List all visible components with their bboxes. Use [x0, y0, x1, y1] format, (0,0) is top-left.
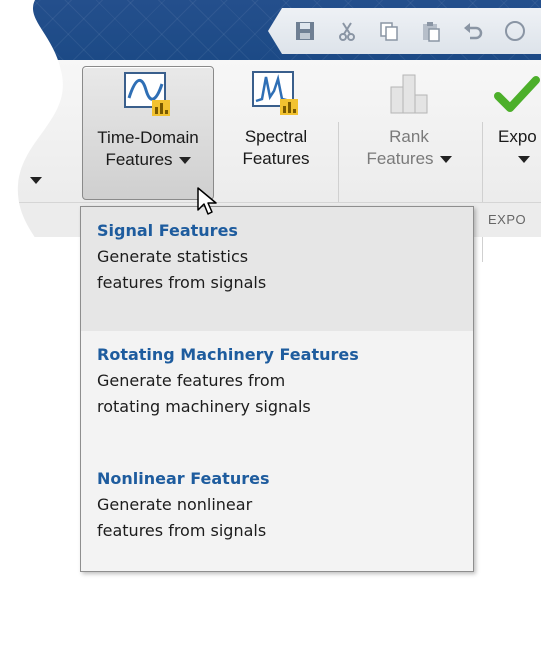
features-dropdown-menu: Signal Features Generate statistics feat…: [80, 206, 474, 572]
app-window: Time-Domain Features Spectral Features R…: [0, 0, 541, 658]
menu-item-description: Generate nonlinear: [97, 495, 253, 514]
quick-access-toolbar: [268, 8, 541, 54]
menu-item-rotating-machinery-features[interactable]: Rotating Machinery Features Generate fea…: [81, 331, 473, 455]
menu-item-description: rotating machinery signals: [97, 397, 311, 416]
spectral-label: Spectral Features: [242, 127, 310, 168]
chevron-down-icon: [518, 156, 530, 163]
export-label: Expo: [490, 126, 541, 170]
menu-item-nonlinear-features[interactable]: Nonlinear Features Generate nonlinear fe…: [81, 455, 473, 571]
help-icon[interactable]: [502, 18, 528, 44]
menu-item-description: Generate features from: [97, 371, 286, 390]
menu-item-signal-features[interactable]: Signal Features Generate statistics feat…: [81, 207, 473, 331]
ribbon: Time-Domain Features Spectral Features R…: [0, 60, 541, 213]
rank-features-button[interactable]: Rank Features: [346, 66, 472, 200]
rank-label: Rank Features: [346, 126, 472, 170]
chevron-down-icon[interactable]: [30, 172, 42, 190]
menu-item-description: features from signals: [97, 521, 267, 540]
menu-item-title: Nonlinear Features: [97, 469, 270, 488]
podium-icon: [346, 68, 472, 120]
export-button[interactable]: Expo: [490, 66, 541, 200]
menu-item-description: Generate statistics: [97, 247, 249, 266]
check-icon: [490, 68, 541, 120]
time-domain-icon: [83, 69, 213, 121]
paste-icon[interactable]: [418, 18, 444, 44]
undo-icon[interactable]: [460, 18, 486, 44]
save-icon[interactable]: [292, 18, 318, 44]
spectral-icon: [226, 68, 326, 120]
menu-item-title: Rotating Machinery Features: [97, 345, 359, 364]
menu-item-title: Signal Features: [97, 221, 238, 240]
title-bar: [0, 0, 541, 60]
chevron-down-icon: [440, 156, 452, 163]
cut-icon[interactable]: [334, 18, 360, 44]
ribbon-separator: [482, 122, 483, 262]
spectral-features-button[interactable]: Spectral Features: [226, 66, 326, 200]
copy-icon[interactable]: [376, 18, 402, 44]
time-domain-features-button[interactable]: Time-Domain Features: [82, 66, 214, 200]
time-domain-label: Time-Domain Features: [97, 128, 199, 169]
menu-item-description: features from signals: [97, 273, 267, 292]
export-section-label: EXPO: [488, 212, 527, 227]
mouse-pointer-icon: [196, 186, 220, 218]
chevron-down-icon: [179, 157, 191, 164]
